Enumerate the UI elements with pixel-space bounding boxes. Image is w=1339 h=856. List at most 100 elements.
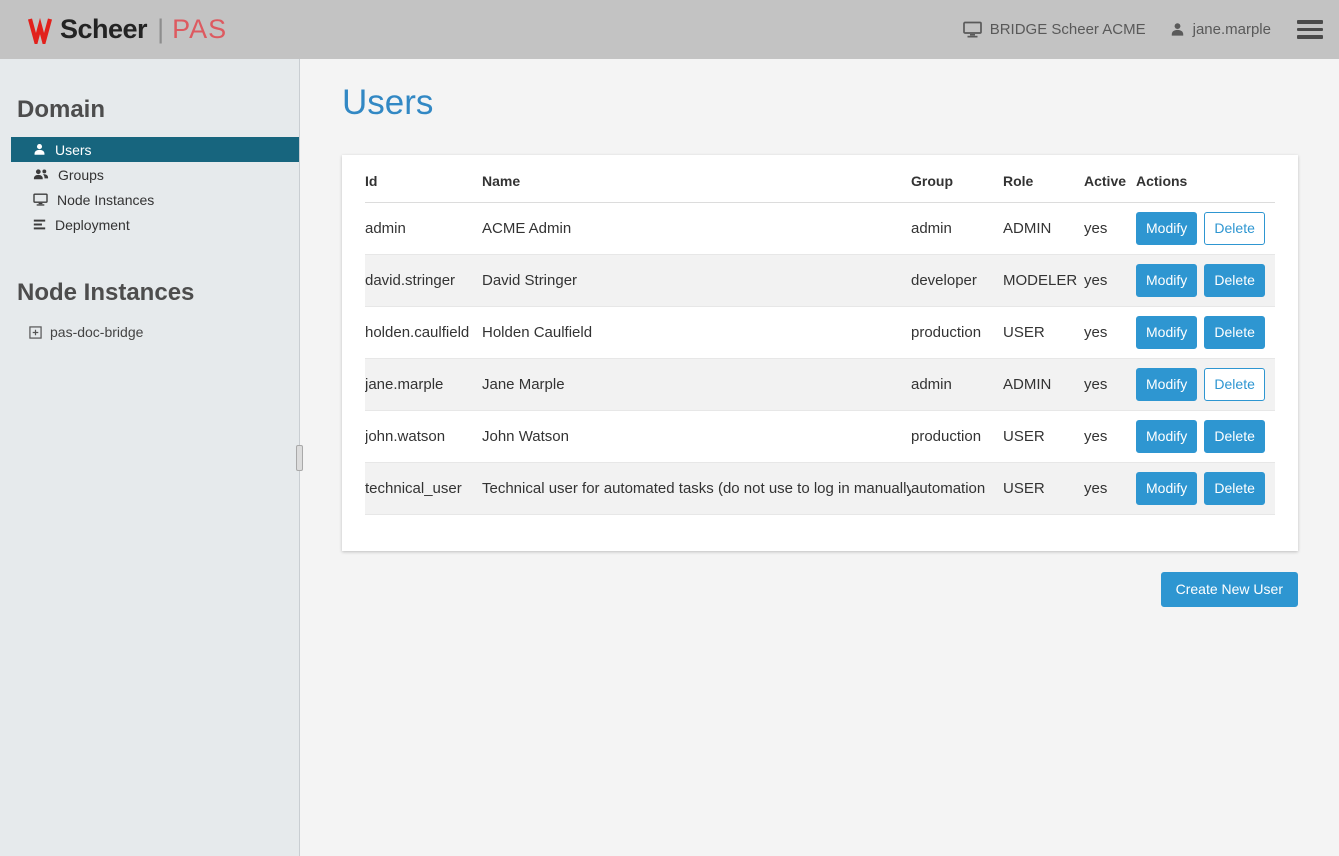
cell-active: yes	[1084, 255, 1136, 307]
domain-nav: Users Groups Node Instances Deployment	[0, 137, 299, 237]
delete-button[interactable]: Delete	[1204, 264, 1264, 297]
cell-group: admin	[911, 359, 1003, 411]
brand-product: PAS	[172, 14, 227, 45]
table-row: david.stringer David Stringer developer …	[365, 255, 1275, 307]
main-layout: Domain Users Groups Node Instances	[0, 59, 1339, 856]
cell-role: ADMIN	[1003, 359, 1084, 411]
cell-role: USER	[1003, 307, 1084, 359]
sidebar-item-label: Users	[55, 142, 92, 158]
hamburger-menu-button[interactable]	[1295, 16, 1325, 43]
cell-id: jane.marple	[365, 359, 482, 411]
cell-name: ACME Admin	[482, 203, 911, 255]
cell-group: automation	[911, 463, 1003, 515]
cell-group: developer	[911, 255, 1003, 307]
delete-button[interactable]: Delete	[1204, 420, 1264, 453]
top-bar: Scheer | PAS BRIDGE Scheer ACME jane.mar…	[0, 0, 1339, 59]
column-header-name: Name	[482, 155, 911, 203]
column-header-id: Id	[365, 155, 482, 203]
column-header-actions: Actions	[1136, 155, 1275, 203]
sidebar-section-domain-title: Domain	[0, 96, 299, 124]
modify-button[interactable]: Modify	[1136, 420, 1197, 453]
table-row: holden.caulfield Holden Caulfield produc…	[365, 307, 1275, 359]
delete-button[interactable]: Delete	[1204, 368, 1264, 401]
cell-name: Jane Marple	[482, 359, 911, 411]
display-icon	[33, 193, 48, 206]
sidebar-item-users[interactable]: Users	[11, 137, 299, 162]
table-row: technical_user Technical user for automa…	[365, 463, 1275, 515]
cell-actions: Modify Delete	[1136, 411, 1275, 463]
cell-name: Holden Caulfield	[482, 307, 911, 359]
brand-divider: |	[157, 14, 164, 45]
brand-name: Scheer	[60, 14, 147, 45]
cell-id: holden.caulfield	[365, 307, 482, 359]
cell-role: MODELER	[1003, 255, 1084, 307]
cell-group: production	[911, 411, 1003, 463]
sidebar-item-label: Deployment	[55, 217, 130, 233]
create-new-user-button[interactable]: Create New User	[1161, 572, 1298, 607]
modify-button[interactable]: Modify	[1136, 212, 1197, 245]
user-icon	[1170, 22, 1185, 37]
sidebar-item-deployment[interactable]: Deployment	[11, 212, 299, 237]
cell-id: technical_user	[365, 463, 482, 515]
column-header-role: Role	[1003, 155, 1084, 203]
table-row: john.watson John Watson production USER …	[365, 411, 1275, 463]
plus-square-icon[interactable]	[29, 326, 42, 339]
sidebar: Domain Users Groups Node Instances	[0, 59, 300, 856]
instance-indicator: BRIDGE Scheer ACME	[963, 21, 1146, 38]
sidebar-item-label: Node Instances	[57, 192, 154, 208]
column-header-group: Group	[911, 155, 1003, 203]
cell-actions: Modify Delete	[1136, 255, 1275, 307]
cell-role: USER	[1003, 463, 1084, 515]
column-header-active: Active	[1084, 155, 1136, 203]
table-header-row: Id Name Group Role Active Actions	[365, 155, 1275, 203]
cell-role: ADMIN	[1003, 203, 1084, 255]
cell-active: yes	[1084, 411, 1136, 463]
cell-id: david.stringer	[365, 255, 482, 307]
table-footer-actions: Create New User	[342, 572, 1298, 607]
splitter-handle[interactable]	[296, 445, 303, 471]
node-instance-label: pas-doc-bridge	[50, 324, 143, 340]
sidebar-item-node-instances[interactable]: Node Instances	[11, 187, 299, 212]
cell-name: David Stringer	[482, 255, 911, 307]
delete-button[interactable]: Delete	[1204, 212, 1264, 245]
cell-actions: Modify Delete	[1136, 463, 1275, 515]
table-row: jane.marple Jane Marple admin ADMIN yes …	[365, 359, 1275, 411]
cell-group: admin	[911, 203, 1003, 255]
cell-group: production	[911, 307, 1003, 359]
modify-button[interactable]: Modify	[1136, 472, 1197, 505]
cell-active: yes	[1084, 203, 1136, 255]
user-indicator: jane.marple	[1170, 21, 1271, 38]
sidebar-item-label: Groups	[58, 167, 104, 183]
modify-button[interactable]: Modify	[1136, 368, 1197, 401]
cell-role: USER	[1003, 411, 1084, 463]
user-icon	[33, 143, 46, 156]
cell-name: John Watson	[482, 411, 911, 463]
cell-id: john.watson	[365, 411, 482, 463]
cell-id: admin	[365, 203, 482, 255]
node-instance-item[interactable]: pas-doc-bridge	[0, 324, 299, 340]
sidebar-section-node-instances-title: Node Instances	[0, 279, 299, 307]
instance-label: BRIDGE Scheer ACME	[990, 21, 1146, 38]
users-table: Id Name Group Role Active Actions admin …	[365, 155, 1275, 515]
display-icon	[963, 21, 982, 38]
users-icon	[33, 168, 49, 181]
main-content: Users Id Name Group Role Active Actions	[300, 59, 1339, 856]
delete-button[interactable]: Delete	[1204, 316, 1264, 349]
cell-actions: Modify Delete	[1136, 203, 1275, 255]
cell-actions: Modify Delete	[1136, 307, 1275, 359]
sidebar-item-groups[interactable]: Groups	[11, 162, 299, 187]
users-table-card: Id Name Group Role Active Actions admin …	[342, 155, 1298, 551]
modify-button[interactable]: Modify	[1136, 316, 1197, 349]
cell-active: yes	[1084, 359, 1136, 411]
brand-logo: Scheer | PAS	[28, 14, 227, 45]
delete-button[interactable]: Delete	[1204, 472, 1264, 505]
user-label: jane.marple	[1193, 21, 1271, 38]
scheer-mark-icon	[28, 16, 52, 44]
page-title: Users	[342, 85, 1298, 120]
cell-name: Technical user for automated tasks (do n…	[482, 463, 911, 515]
top-bar-right: BRIDGE Scheer ACME jane.marple	[963, 16, 1325, 43]
table-row: admin ACME Admin admin ADMIN yes Modify …	[365, 203, 1275, 255]
deployment-list-icon	[33, 218, 46, 231]
modify-button[interactable]: Modify	[1136, 264, 1197, 297]
cell-active: yes	[1084, 463, 1136, 515]
